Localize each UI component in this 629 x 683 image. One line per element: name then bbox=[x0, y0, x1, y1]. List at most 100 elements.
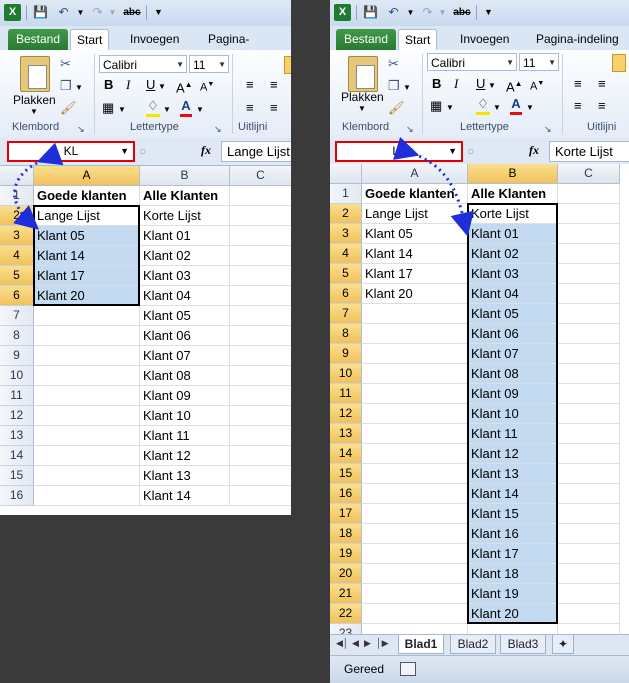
last-sheet-icon[interactable]: │▶ bbox=[376, 638, 389, 649]
row-header[interactable]: 3 bbox=[330, 224, 362, 244]
row-header[interactable]: 1 bbox=[330, 184, 362, 204]
font-color-dropdown-icon[interactable]: ▼ bbox=[526, 100, 534, 116]
cell[interactable] bbox=[34, 486, 140, 506]
worksheet-grid[interactable]: A B C 1 Goede klanten Alle Klanten 2 Lange Lijs… bbox=[330, 164, 629, 644]
cell[interactable] bbox=[230, 266, 291, 286]
name-box[interactable]: KL ▼ bbox=[7, 141, 135, 162]
cell[interactable] bbox=[362, 564, 468, 584]
fill-dropdown-icon[interactable]: ▼ bbox=[493, 100, 501, 116]
cell[interactable]: Klant 17 bbox=[34, 266, 140, 286]
cell[interactable] bbox=[34, 426, 140, 446]
cell[interactable]: Klant 05 bbox=[140, 306, 230, 326]
cell[interactable] bbox=[362, 484, 468, 504]
row-header[interactable]: 20 bbox=[330, 564, 362, 584]
row-header[interactable]: 18 bbox=[330, 524, 362, 544]
tab-page-layout[interactable]: Pagina-indeling bbox=[202, 29, 291, 67]
cell[interactable]: Klant 15 bbox=[468, 504, 558, 524]
cell[interactable]: Klant 05 bbox=[362, 224, 468, 244]
redo-dropdown-icon[interactable]: ▼ bbox=[104, 4, 121, 21]
row-header[interactable]: 17 bbox=[330, 504, 362, 524]
row-header[interactable]: 16 bbox=[330, 484, 362, 504]
cell[interactable]: Klant 14 bbox=[362, 244, 468, 264]
cell[interactable]: Klant 11 bbox=[468, 424, 558, 444]
cell[interactable] bbox=[362, 364, 468, 384]
cell[interactable] bbox=[230, 486, 291, 506]
align-left-icon[interactable]: ≡ bbox=[574, 98, 582, 114]
macro-record-icon[interactable] bbox=[400, 662, 416, 676]
cell[interactable] bbox=[230, 306, 291, 326]
cell[interactable]: Klant 04 bbox=[140, 286, 230, 306]
row-header[interactable]: 15 bbox=[0, 466, 34, 486]
prev-sheet-icon[interactable]: ◀ bbox=[352, 638, 359, 649]
row-header[interactable]: 6 bbox=[0, 286, 34, 306]
cell[interactable] bbox=[362, 544, 468, 564]
paste-button[interactable]: Plakken bbox=[341, 90, 384, 104]
cell[interactable] bbox=[34, 326, 140, 346]
row-header[interactable]: 13 bbox=[0, 426, 34, 446]
cell[interactable]: Klant 12 bbox=[468, 444, 558, 464]
cell[interactable] bbox=[34, 386, 140, 406]
cell[interactable] bbox=[362, 384, 468, 404]
row-header[interactable]: 16 bbox=[0, 486, 34, 506]
cell[interactable]: Klant 09 bbox=[468, 384, 558, 404]
copy-icon[interactable]: ❐ bbox=[388, 78, 400, 94]
cell[interactable] bbox=[362, 444, 468, 464]
cell[interactable]: Klant 12 bbox=[140, 446, 230, 466]
cell[interactable]: Klant 13 bbox=[468, 464, 558, 484]
cell[interactable] bbox=[558, 364, 620, 384]
tab-file[interactable]: Bestand bbox=[336, 29, 397, 50]
cell[interactable]: Klant 08 bbox=[140, 366, 230, 386]
column-header-b[interactable]: B bbox=[468, 164, 558, 184]
cell[interactable] bbox=[558, 204, 620, 224]
font-color-dropdown-icon[interactable]: ▼ bbox=[196, 102, 204, 118]
underline-button[interactable]: U bbox=[476, 76, 485, 92]
grow-font-icon[interactable]: A▲ bbox=[506, 76, 523, 95]
undo-icon[interactable]: ↶ bbox=[385, 4, 402, 21]
worksheet-grid[interactable]: A B C 1 Goede klanten Alle Klanten 2 Lange Lijs… bbox=[0, 166, 291, 515]
fill-color-icon[interactable]: ♢ bbox=[476, 96, 490, 115]
paste-icon[interactable] bbox=[20, 56, 50, 92]
cell[interactable]: Korte Lijst bbox=[140, 206, 230, 226]
cell[interactable]: Klant 20 bbox=[34, 286, 140, 306]
insert-function-icon[interactable]: fx bbox=[201, 143, 211, 158]
row-header[interactable]: 5 bbox=[330, 264, 362, 284]
cell[interactable] bbox=[558, 284, 620, 304]
select-all-corner[interactable] bbox=[0, 166, 34, 186]
row-header[interactable]: 3 bbox=[0, 226, 34, 246]
undo-dropdown-icon[interactable]: ▼ bbox=[402, 4, 419, 21]
chevron-down-icon[interactable]: ▼ bbox=[506, 54, 514, 72]
cell[interactable] bbox=[558, 484, 620, 504]
borders-icon[interactable]: ▦ bbox=[430, 98, 442, 114]
spelling-icon[interactable]: abc bbox=[121, 4, 143, 21]
format-painter-icon[interactable]: 🖌 bbox=[60, 100, 77, 116]
cell[interactable] bbox=[230, 186, 291, 206]
tab-insert[interactable]: Invoegen bbox=[454, 29, 515, 50]
cell[interactable]: Klant 20 bbox=[468, 604, 558, 624]
cell[interactable] bbox=[558, 324, 620, 344]
customize-toolbar-icon[interactable]: ▼ bbox=[150, 4, 167, 21]
wrap-text-icon[interactable] bbox=[612, 54, 626, 72]
cell[interactable]: Klant 03 bbox=[140, 266, 230, 286]
formula-bar-resize-icon[interactable]: ○ bbox=[139, 143, 146, 159]
font-launcher-icon[interactable]: ↘ bbox=[544, 121, 552, 137]
cell[interactable]: Klant 02 bbox=[140, 246, 230, 266]
formula-input[interactable]: Lange Lijst bbox=[221, 141, 291, 162]
cell[interactable]: Klant 07 bbox=[140, 346, 230, 366]
row-header[interactable]: 10 bbox=[330, 364, 362, 384]
cell[interactable]: Klant 08 bbox=[468, 364, 558, 384]
copy-dropdown-icon[interactable]: ▼ bbox=[403, 80, 411, 96]
row-header[interactable]: 9 bbox=[0, 346, 34, 366]
cell[interactable]: Klant 18 bbox=[468, 564, 558, 584]
row-header[interactable]: 8 bbox=[0, 326, 34, 346]
cell[interactable]: Lange Lijst bbox=[34, 206, 140, 226]
cell[interactable] bbox=[230, 366, 291, 386]
insert-function-icon[interactable]: fx bbox=[529, 143, 539, 158]
cell[interactable] bbox=[558, 424, 620, 444]
cell[interactable]: Klant 11 bbox=[140, 426, 230, 446]
chevron-down-icon[interactable]: ▼ bbox=[120, 143, 129, 160]
cell[interactable]: Klant 07 bbox=[468, 344, 558, 364]
cell[interactable] bbox=[558, 404, 620, 424]
cell[interactable]: Klant 14 bbox=[468, 484, 558, 504]
cell[interactable]: Klant 17 bbox=[468, 544, 558, 564]
chevron-down-icon[interactable]: ▼ bbox=[548, 54, 556, 72]
